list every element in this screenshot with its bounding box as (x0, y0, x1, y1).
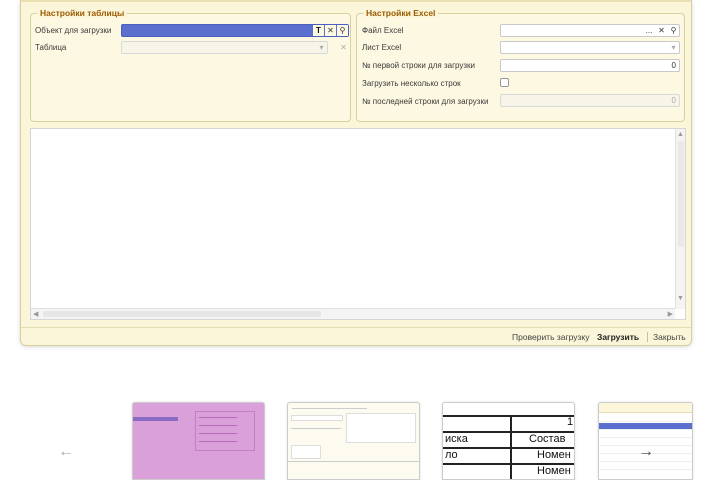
thumb-text: Номен (537, 465, 571, 477)
thumb-text: Состав (529, 433, 566, 445)
thumb-line (199, 417, 237, 418)
scroll-down-icon[interactable]: ▼ (677, 294, 684, 303)
thumb-row (599, 463, 692, 470)
thumb-text: 1 (567, 416, 574, 428)
thumb-text: ло (445, 449, 458, 461)
close-button[interactable]: Закрыть (653, 332, 686, 342)
first-row-label: № первой строки для загрузки (362, 61, 476, 70)
excel-sheet-label: Лист Excel (362, 43, 402, 52)
table-settings-title: Настройки таблицы (37, 8, 128, 18)
carousel-thumbnail-1[interactable] (132, 402, 265, 480)
scroll-right-icon[interactable]: ▶ (668, 310, 673, 319)
command-separator (647, 332, 648, 342)
clear-icon[interactable]: ✕ (656, 25, 667, 36)
last-row-value: 0 (671, 96, 676, 105)
thumb-line (199, 425, 237, 426)
thumb-grid-line (510, 415, 512, 479)
excel-settings-group: Настройки Excel Файл Excel ... ✕ ⚲ Лист … (356, 8, 685, 122)
table-label: Таблица (35, 43, 67, 52)
carousel-thumbnail-2[interactable] (287, 402, 420, 480)
vertical-scroll-thumb[interactable] (678, 141, 684, 247)
thumb-text: Номен (537, 449, 571, 461)
scroll-up-icon[interactable]: ▲ (677, 130, 684, 139)
multi-rows-label: Загрузить несколько строк (362, 79, 461, 88)
last-row-field[interactable]: 0 (500, 94, 680, 107)
first-row-field[interactable]: 0 (500, 59, 680, 72)
thumb-line (288, 461, 419, 462)
multi-rows-checkbox[interactable] (500, 78, 509, 87)
thumb-line (199, 441, 237, 442)
search-icon[interactable]: ⚲ (668, 25, 679, 36)
type-select-icon[interactable]: T (313, 25, 324, 36)
table-field[interactable]: ▾ (121, 41, 328, 54)
excel-sheet-field[interactable]: ▾ (500, 41, 680, 54)
thumb-box (291, 415, 343, 421)
thumb-row-selected (599, 423, 692, 430)
thumb-line (292, 408, 367, 409)
check-load-button[interactable]: Проверить загрузку (512, 332, 589, 342)
table-settings-group: Настройки таблицы Объект для загрузки T … (30, 8, 351, 122)
thumb-line (291, 428, 341, 429)
first-row-value: 0 (671, 61, 676, 70)
thumb-grid-line (443, 415, 574, 417)
search-icon[interactable]: ⚲ (337, 25, 348, 36)
thumb-text: иска (445, 433, 468, 445)
horizontal-scrollbar[interactable]: ◀ ▶ (31, 308, 675, 319)
carousel-thumbnail-4[interactable] (598, 402, 693, 480)
clear-icon[interactable]: ✕ (325, 25, 336, 36)
load-button[interactable]: Загрузить (597, 332, 639, 342)
carousel-next-icon[interactable]: → (638, 443, 654, 461)
excel-settings-title: Настройки Excel (363, 8, 439, 18)
data-table-area[interactable]: ▲ ▼ ◀ ▶ (30, 128, 686, 320)
thumb-row (599, 431, 692, 438)
carousel-thumbnail-3[interactable]: 1 иска Состав ло Номен Номен (442, 402, 575, 480)
vertical-scrollbar[interactable]: ▲ ▼ (675, 129, 685, 309)
excel-file-field[interactable]: ... ✕ ⚲ (500, 24, 680, 37)
carousel-prev-icon[interactable]: ← (58, 443, 74, 461)
thumb-header (599, 403, 692, 413)
import-window: Настройки таблицы Объект для загрузки T … (20, 0, 692, 346)
thumb-row (599, 415, 692, 422)
ellipsis-icon[interactable]: ... (643, 25, 655, 36)
last-row-label: № последней строки для загрузки (362, 97, 489, 106)
object-field[interactable]: T ✕ ⚲ (121, 24, 349, 37)
scroll-left-icon[interactable]: ◀ (33, 310, 38, 319)
object-label: Объект для загрузки (35, 26, 112, 35)
dropdown-icon[interactable]: ▾ (668, 42, 679, 53)
horizontal-scroll-thumb[interactable] (43, 311, 321, 317)
thumb-line (199, 433, 237, 434)
excel-file-label: Файл Excel (362, 26, 404, 35)
thumb-box (291, 445, 321, 459)
command-bar: Проверить загрузку Загрузить Закрыть (21, 327, 691, 345)
dropdown-icon[interactable]: ▾ (316, 42, 327, 53)
window-top-border (21, 0, 691, 2)
thumb-selection-bar (133, 417, 178, 421)
table-clear-icon[interactable]: ✕ (338, 42, 349, 53)
thumb-box (346, 413, 416, 443)
